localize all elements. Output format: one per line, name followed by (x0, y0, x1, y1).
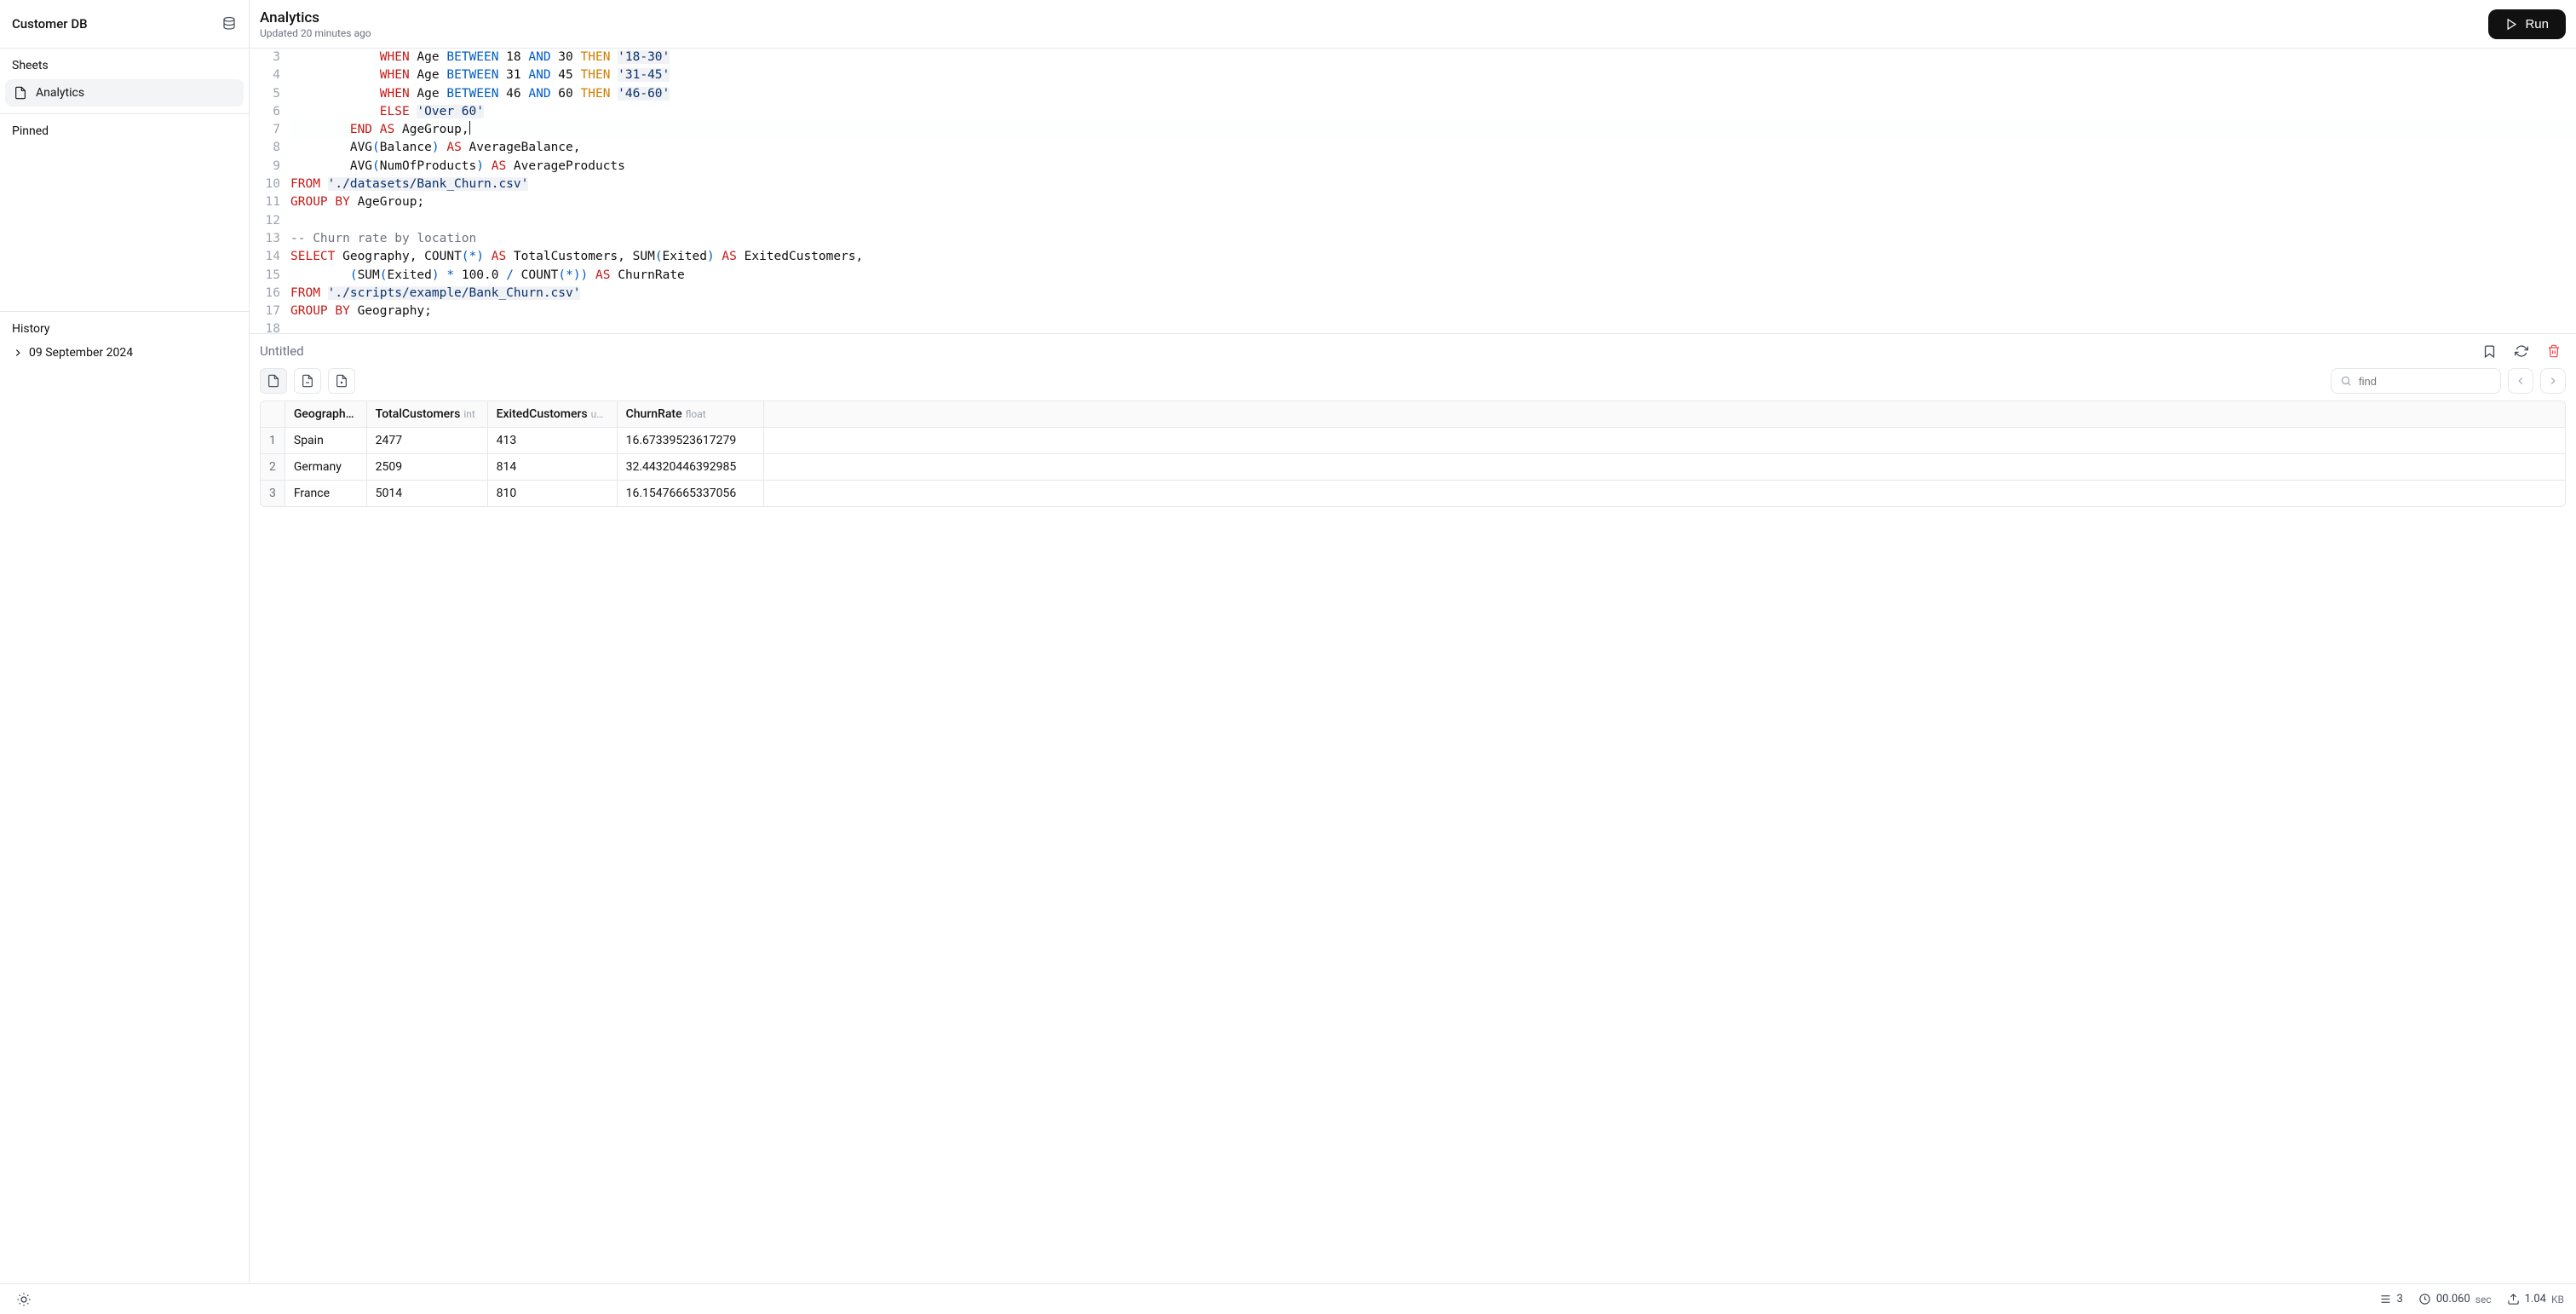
export-csv-button[interactable] (294, 368, 321, 394)
run-button[interactable]: Run (2488, 9, 2566, 39)
table-cell[interactable]: 16.67339523617279 (618, 428, 764, 454)
table-row[interactable]: 3France501481016.15476665337056 (261, 481, 2565, 506)
table-cell[interactable]: 810 (488, 481, 618, 506)
table-cell-empty (764, 454, 2565, 481)
results-table-wrap: Geograph… TotalCustomersint ExitedCustom… (250, 401, 2576, 507)
status-time: 00.060 sec (2418, 1293, 2492, 1305)
sheets-label: Sheets (0, 49, 249, 79)
table-cell[interactable]: 413 (488, 428, 618, 454)
main-header: Analytics Updated 20 minutes ago Run (250, 0, 2576, 49)
page-title: Analytics (260, 9, 371, 26)
results-toolbar (250, 365, 2576, 401)
main: Analytics Updated 20 minutes ago Run 345… (250, 0, 2576, 1283)
table-cell-empty (764, 481, 2565, 506)
theme-toggle-button[interactable] (12, 1288, 36, 1311)
history-item-label: 09 September 2024 (29, 346, 133, 360)
history-label: History (12, 322, 237, 336)
delete-button[interactable] (2542, 339, 2566, 363)
search-icon (2340, 375, 2352, 387)
column-header-exitedcustomers[interactable]: ExitedCustomersu… (488, 401, 618, 428)
row-number: 3 (261, 481, 285, 506)
results-title[interactable]: Untitled (260, 343, 304, 359)
table-row[interactable]: 1Spain247741316.67339523617279 (261, 428, 2565, 454)
status-row-count: 3 (2379, 1293, 2403, 1305)
database-icon[interactable] (221, 16, 237, 32)
sql-editor[interactable]: 3456789101112131415161718 WHEN Age BETWE… (250, 49, 2576, 334)
sidebar-item-analytics[interactable]: Analytics (5, 79, 244, 107)
table-row[interactable]: 2Germany250981432.44320446392985 (261, 454, 2565, 481)
status-bar: 3 00.060 sec 1.04 KB (0, 1283, 2576, 1314)
history-item[interactable]: 09 September 2024 (12, 341, 237, 365)
workspace-name: Customer DB (12, 16, 88, 32)
sidebar-pinned-section: Pinned (0, 114, 249, 312)
results-search-input[interactable] (2359, 375, 2492, 388)
table-cell[interactable]: 2477 (367, 428, 488, 454)
column-header-geography[interactable]: Geograph… (285, 401, 367, 428)
table-cell[interactable]: 16.15476665337056 (618, 481, 764, 506)
rows-icon (2379, 1293, 2392, 1305)
play-icon (2505, 18, 2518, 31)
table-cell[interactable]: 32.44320446392985 (618, 454, 764, 481)
sidebar-header: Customer DB (0, 0, 249, 49)
next-page-button[interactable] (2540, 368, 2566, 394)
row-number: 2 (261, 454, 285, 481)
refresh-button[interactable] (2510, 339, 2533, 363)
file-icon (14, 86, 27, 100)
sidebar-sheets-section: Sheets Analytics (0, 49, 249, 114)
rownum-header (261, 401, 285, 428)
page-subtitle: Updated 20 minutes ago (260, 27, 371, 39)
sidebar-history-section: History 09 September 2024 (0, 312, 249, 375)
run-button-label: Run (2525, 17, 2549, 32)
column-header-totalcustomers[interactable]: TotalCustomersint (367, 401, 488, 428)
table-header-row: Geograph… TotalCustomersint ExitedCustom… (261, 401, 2565, 428)
results-table[interactable]: Geograph… TotalCustomersint ExitedCustom… (260, 401, 2566, 507)
table-cell[interactable]: 2509 (367, 454, 488, 481)
download-icon (2507, 1293, 2520, 1305)
column-header-empty (764, 401, 2565, 428)
row-number: 1 (261, 428, 285, 454)
results-search[interactable] (2331, 368, 2501, 394)
status-size: 1.04 KB (2507, 1293, 2564, 1305)
table-cell[interactable]: 814 (488, 454, 618, 481)
results-title-bar: Untitled (250, 334, 2576, 365)
table-cell[interactable]: Germany (285, 454, 367, 481)
column-header-churnrate[interactable]: ChurnRatefloat (618, 401, 764, 428)
table-cell[interactable]: Spain (285, 428, 367, 454)
export-json-button[interactable] (328, 368, 355, 394)
sidebar: Customer DB Sheets Analytics Pinned Hist… (0, 0, 250, 1283)
chevron-right-icon (12, 347, 24, 359)
prev-page-button[interactable] (2508, 368, 2533, 394)
table-cell[interactable]: 5014 (367, 481, 488, 506)
table-cell[interactable]: France (285, 481, 367, 506)
bookmark-button[interactable] (2477, 339, 2501, 363)
editor-gutter: 3456789101112131415161718 (250, 49, 290, 333)
clock-icon (2418, 1293, 2431, 1305)
table-cell-empty (764, 428, 2565, 454)
pinned-label: Pinned (12, 124, 49, 138)
view-table-button[interactable] (260, 368, 287, 394)
editor-code[interactable]: WHEN Age BETWEEN 18 AND 30 THEN '18-30' … (290, 49, 2576, 333)
sidebar-item-label: Analytics (36, 86, 84, 100)
